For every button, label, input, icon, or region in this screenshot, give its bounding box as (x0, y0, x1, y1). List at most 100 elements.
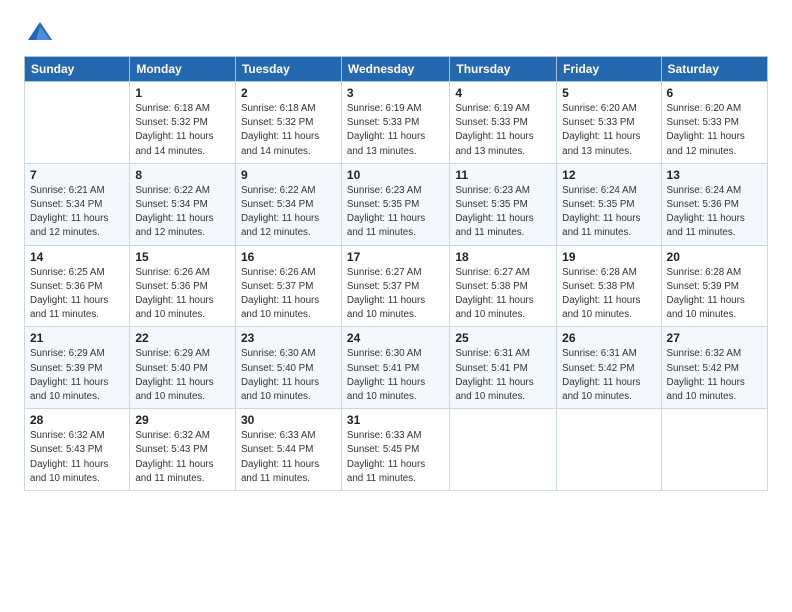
day-number: 4 (455, 86, 551, 100)
calendar-cell: 30 Sunrise: 6:33 AM Sunset: 5:44 PM Dayli… (235, 409, 341, 491)
day-info: Sunrise: 6:20 AM Sunset: 5:33 PM Dayligh… (562, 102, 655, 159)
calendar-cell: 19Sunrise: 6:28 AM Sunset: 5:38 PM Dayli… (557, 245, 661, 327)
calendar-cell: 13 Sunrise: 6:24 AM Sunset: 5:36 PM Dayli… (661, 163, 767, 245)
day-number: 29 (135, 413, 230, 427)
calendar-cell (450, 409, 557, 491)
calendar-cell: 29Sunrise: 6:32 AM Sunset: 5:43 PM Dayli… (130, 409, 236, 491)
logo (24, 18, 54, 46)
day-number: 12 (562, 168, 655, 182)
calendar-cell: 11 Sunrise: 6:23 AM Sunset: 5:35 PM Dayli… (450, 163, 557, 245)
day-number: 9 (241, 168, 336, 182)
calendar-cell (557, 409, 661, 491)
calendar-cell: 1Sunrise: 6:18 AM Sunset: 5:32 PM Daylig… (130, 82, 236, 164)
calendar-cell: 20Sunrise: 6:28 AM Sunset: 5:39 PM Dayli… (661, 245, 767, 327)
day-info: Sunrise: 6:26 AM Sunset: 5:36 PM Dayligh… (135, 266, 230, 323)
calendar-cell: 9Sunrise: 6:22 AM Sunset: 5:34 PM Daylig… (235, 163, 341, 245)
calendar-cell: 15 Sunrise: 6:26 AM Sunset: 5:36 PM Dayli… (130, 245, 236, 327)
day-number: 31 (347, 413, 444, 427)
calendar-cell: 18Sunrise: 6:27 AM Sunset: 5:38 PM Dayli… (450, 245, 557, 327)
page: SundayMondayTuesdayWednesdayThursdayFrid… (0, 0, 792, 612)
calendar-cell: 21 Sunrise: 6:29 AM Sunset: 5:39 PM Dayli… (25, 327, 130, 409)
day-number: 16 (241, 250, 336, 264)
day-info: Sunrise: 6:32 AM Sunset: 5:43 PM Dayligh… (30, 429, 124, 486)
day-number: 13 (667, 168, 762, 182)
day-number: 3 (347, 86, 444, 100)
calendar-cell: 25Sunrise: 6:31 AM Sunset: 5:41 PM Dayli… (450, 327, 557, 409)
day-info: Sunrise: 6:27 AM Sunset: 5:38 PM Dayligh… (455, 266, 551, 323)
calendar-cell: 27 Sunrise: 6:32 AM Sunset: 5:42 PM Dayli… (661, 327, 767, 409)
calendar-cell: 28 Sunrise: 6:32 AM Sunset: 5:43 PM Dayli… (25, 409, 130, 491)
calendar: SundayMondayTuesdayWednesdayThursdayFrid… (24, 56, 768, 491)
calendar-cell: 31 Sunrise: 6:33 AM Sunset: 5:45 PM Dayli… (341, 409, 449, 491)
day-info: Sunrise: 6:29 AM Sunset: 5:39 PM Dayligh… (30, 347, 124, 404)
day-number: 19 (562, 250, 655, 264)
day-number: 6 (667, 86, 762, 100)
day-number: 30 (241, 413, 336, 427)
day-info: Sunrise: 6:32 AM Sunset: 5:42 PM Dayligh… (667, 347, 762, 404)
day-number: 28 (30, 413, 124, 427)
day-number: 27 (667, 331, 762, 345)
calendar-cell: 3 Sunrise: 6:19 AM Sunset: 5:33 PM Daylig… (341, 82, 449, 164)
day-info: Sunrise: 6:26 AM Sunset: 5:37 PM Dayligh… (241, 266, 336, 323)
weekday-header-saturday: Saturday (661, 57, 767, 82)
day-number: 26 (562, 331, 655, 345)
day-number: 22 (135, 331, 230, 345)
day-number: 15 (135, 250, 230, 264)
calendar-cell: 17 Sunrise: 6:27 AM Sunset: 5:37 PM Dayli… (341, 245, 449, 327)
day-info: Sunrise: 6:24 AM Sunset: 5:36 PM Dayligh… (667, 184, 762, 241)
day-number: 5 (562, 86, 655, 100)
day-number: 23 (241, 331, 336, 345)
day-info: Sunrise: 6:23 AM Sunset: 5:35 PM Dayligh… (455, 184, 551, 241)
calendar-cell: 6 Sunrise: 6:20 AM Sunset: 5:33 PM Daylig… (661, 82, 767, 164)
calendar-cell: 2 Sunrise: 6:18 AM Sunset: 5:32 PM Daylig… (235, 82, 341, 164)
calendar-cell: 23Sunrise: 6:30 AM Sunset: 5:40 PM Dayli… (235, 327, 341, 409)
day-info: Sunrise: 6:30 AM Sunset: 5:41 PM Dayligh… (347, 347, 444, 404)
week-row-1: 1Sunrise: 6:18 AM Sunset: 5:32 PM Daylig… (25, 82, 768, 164)
calendar-cell: 22 Sunrise: 6:29 AM Sunset: 5:40 PM Dayli… (130, 327, 236, 409)
calendar-cell: 5 Sunrise: 6:20 AM Sunset: 5:33 PM Daylig… (557, 82, 661, 164)
day-info: Sunrise: 6:18 AM Sunset: 5:32 PM Dayligh… (135, 102, 230, 159)
weekday-header-tuesday: Tuesday (235, 57, 341, 82)
day-number: 24 (347, 331, 444, 345)
calendar-cell: 16 Sunrise: 6:26 AM Sunset: 5:37 PM Dayli… (235, 245, 341, 327)
day-info: Sunrise: 6:27 AM Sunset: 5:37 PM Dayligh… (347, 266, 444, 323)
logo-icon (26, 18, 54, 46)
day-number: 7 (30, 168, 124, 182)
header (24, 18, 768, 46)
day-info: Sunrise: 6:21 AM Sunset: 5:34 PM Dayligh… (30, 184, 124, 241)
calendar-cell: 26 Sunrise: 6:31 AM Sunset: 5:42 PM Dayli… (557, 327, 661, 409)
day-info: Sunrise: 6:29 AM Sunset: 5:40 PM Dayligh… (135, 347, 230, 404)
weekday-header-row: SundayMondayTuesdayWednesdayThursdayFrid… (25, 57, 768, 82)
day-info: Sunrise: 6:31 AM Sunset: 5:42 PM Dayligh… (562, 347, 655, 404)
weekday-header-sunday: Sunday (25, 57, 130, 82)
day-number: 20 (667, 250, 762, 264)
day-number: 21 (30, 331, 124, 345)
day-info: Sunrise: 6:33 AM Sunset: 5:44 PM Dayligh… (241, 429, 336, 486)
day-info: Sunrise: 6:18 AM Sunset: 5:32 PM Dayligh… (241, 102, 336, 159)
day-number: 2 (241, 86, 336, 100)
week-row-2: 7 Sunrise: 6:21 AM Sunset: 5:34 PM Daylig… (25, 163, 768, 245)
weekday-header-wednesday: Wednesday (341, 57, 449, 82)
day-info: Sunrise: 6:19 AM Sunset: 5:33 PM Dayligh… (347, 102, 444, 159)
calendar-cell: 7 Sunrise: 6:21 AM Sunset: 5:34 PM Daylig… (25, 163, 130, 245)
day-number: 10 (347, 168, 444, 182)
calendar-cell: 24 Sunrise: 6:30 AM Sunset: 5:41 PM Dayli… (341, 327, 449, 409)
calendar-cell: 12Sunrise: 6:24 AM Sunset: 5:35 PM Dayli… (557, 163, 661, 245)
day-number: 11 (455, 168, 551, 182)
calendar-cell: 4 Sunrise: 6:19 AM Sunset: 5:33 PM Daylig… (450, 82, 557, 164)
weekday-header-monday: Monday (130, 57, 236, 82)
day-info: Sunrise: 6:33 AM Sunset: 5:45 PM Dayligh… (347, 429, 444, 486)
day-number: 14 (30, 250, 124, 264)
day-number: 17 (347, 250, 444, 264)
week-row-4: 21 Sunrise: 6:29 AM Sunset: 5:39 PM Dayli… (25, 327, 768, 409)
calendar-cell (661, 409, 767, 491)
week-row-3: 14Sunrise: 6:25 AM Sunset: 5:36 PM Dayli… (25, 245, 768, 327)
day-info: Sunrise: 6:20 AM Sunset: 5:33 PM Dayligh… (667, 102, 762, 159)
week-row-5: 28 Sunrise: 6:32 AM Sunset: 5:43 PM Dayli… (25, 409, 768, 491)
day-info: Sunrise: 6:23 AM Sunset: 5:35 PM Dayligh… (347, 184, 444, 241)
day-info: Sunrise: 6:31 AM Sunset: 5:41 PM Dayligh… (455, 347, 551, 404)
day-info: Sunrise: 6:19 AM Sunset: 5:33 PM Dayligh… (455, 102, 551, 159)
calendar-cell: 14Sunrise: 6:25 AM Sunset: 5:36 PM Dayli… (25, 245, 130, 327)
day-number: 8 (135, 168, 230, 182)
day-info: Sunrise: 6:22 AM Sunset: 5:34 PM Dayligh… (135, 184, 230, 241)
